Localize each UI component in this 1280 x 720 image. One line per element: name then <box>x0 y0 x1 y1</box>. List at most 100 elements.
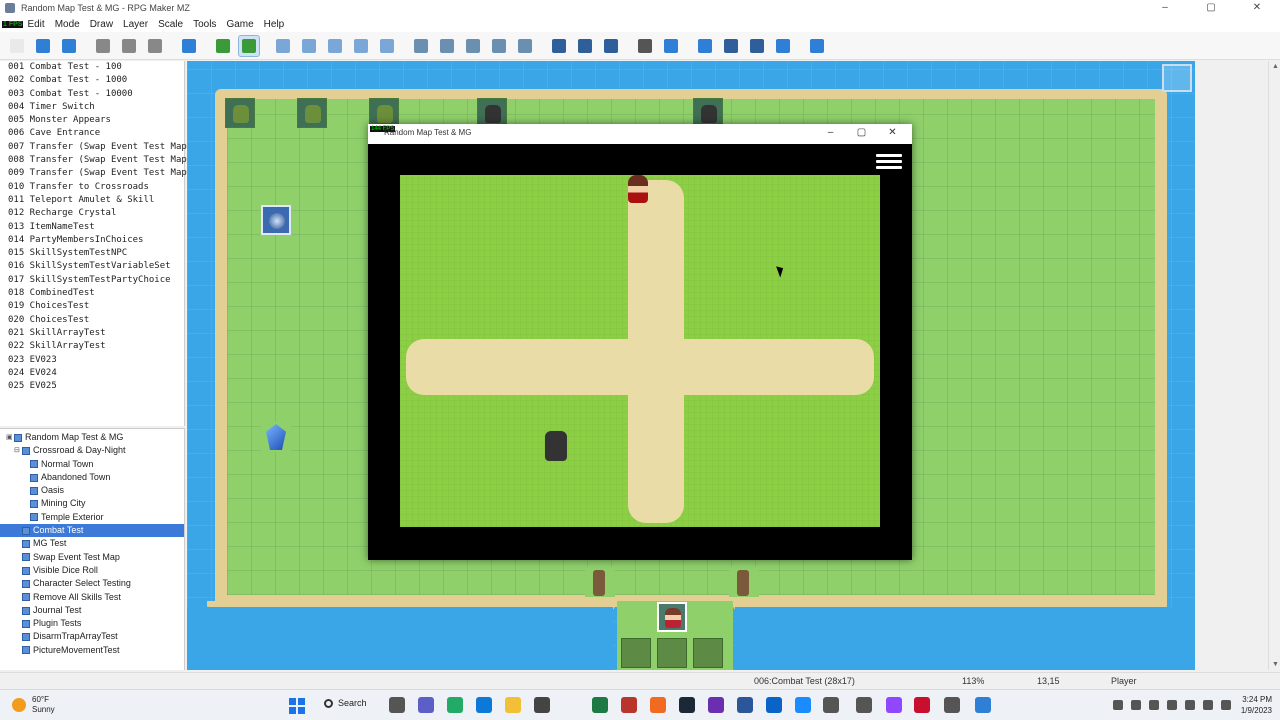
twitch-icon[interactable] <box>886 697 902 713</box>
clock[interactable]: 3:24 PM 1/9/2023 <box>1241 694 1272 716</box>
outlook-icon[interactable] <box>766 697 782 713</box>
notification-icon[interactable] <box>1220 700 1231 710</box>
event-tile-player-start[interactable] <box>657 602 687 632</box>
event-list-item[interactable]: 014 PartyMembersInChoices <box>0 234 184 247</box>
wifi-icon[interactable] <box>1184 700 1195 710</box>
expand-toggle-icon[interactable]: ▣ <box>6 431 14 444</box>
undo-button[interactable] <box>179 36 199 56</box>
playtest-close-button[interactable]: ✕ <box>877 124 908 142</box>
menu-mode[interactable]: Mode <box>55 19 80 30</box>
wordpad-icon[interactable] <box>534 697 550 713</box>
obs-icon[interactable] <box>708 697 724 713</box>
zoom-actual-button[interactable] <box>601 36 621 56</box>
playtest-button[interactable] <box>807 36 827 56</box>
paste-button[interactable] <box>145 36 165 56</box>
menu-game[interactable]: Game <box>226 19 253 30</box>
map-tree-item[interactable]: Oasis <box>0 484 184 497</box>
map-tree-item[interactable]: Combat Test <box>0 524 184 538</box>
event-list-item[interactable]: 008 Transfer (Swap Event Test Map) <box>0 154 192 167</box>
taskbar-search[interactable]: Search <box>324 698 367 708</box>
map-tree-item[interactable]: Temple Exterior <box>0 511 184 524</box>
menu-draw[interactable]: Draw <box>90 19 113 30</box>
copy-button[interactable] <box>119 36 139 56</box>
volume-icon[interactable] <box>1202 700 1213 710</box>
event-list-item[interactable]: 021 SkillArrayTest <box>0 327 184 340</box>
chrome-icon[interactable] <box>795 697 811 713</box>
pencil-button[interactable] <box>411 36 431 56</box>
onedrive-icon[interactable] <box>1130 700 1141 710</box>
new-project-button[interactable] <box>7 36 27 56</box>
map-tree-item[interactable]: MG Test <box>0 537 184 550</box>
event-list-item[interactable]: 025 EV025 <box>0 380 184 393</box>
firefox-icon[interactable] <box>650 697 666 713</box>
edge-icon[interactable] <box>476 697 492 713</box>
event-list-item[interactable]: 004 Timer Switch <box>0 101 184 114</box>
windows-start-icon[interactable] <box>289 698 305 714</box>
layer-c-button[interactable] <box>325 36 345 56</box>
steam-icon[interactable] <box>679 697 695 713</box>
layer-r-button[interactable] <box>377 36 397 56</box>
event-mode-button[interactable] <box>238 35 260 57</box>
map-tree-item[interactable]: Journal Test <box>0 604 184 617</box>
layer-d-button[interactable] <box>351 36 371 56</box>
map-tree-item[interactable]: ▣ Random Map Test & MG <box>0 431 184 444</box>
battery-icon[interactable] <box>1148 700 1159 710</box>
map-vertical-scrollbar[interactable]: ▲ ▼ <box>1268 61 1280 670</box>
map-mode-button[interactable] <box>213 36 233 56</box>
mic-icon[interactable] <box>1166 700 1177 710</box>
menu-edit[interactable]: Edit <box>27 19 44 30</box>
explorer-icon[interactable] <box>823 697 839 713</box>
layer-a-button[interactable] <box>273 36 293 56</box>
game-menu-icon[interactable] <box>876 154 902 174</box>
database-button[interactable] <box>635 36 655 56</box>
close-button[interactable]: ✕ <box>1234 0 1280 16</box>
map-tree-item[interactable]: Normal Town <box>0 458 184 471</box>
event-searcher-button[interactable] <box>721 36 741 56</box>
maximize-button[interactable]: ▢ <box>1188 0 1234 16</box>
map-tree-item[interactable]: Abandoned Town <box>0 471 184 484</box>
shadow-pen-button[interactable] <box>515 36 535 56</box>
chevron-up-icon[interactable] <box>1112 700 1123 710</box>
game-icon[interactable] <box>621 697 637 713</box>
resource-manager-button[interactable] <box>747 36 767 56</box>
event-tile-transfer-1[interactable] <box>621 638 651 668</box>
menu-tools[interactable]: Tools <box>193 19 216 30</box>
event-list-item[interactable]: 003 Combat Test - 10000 <box>0 88 184 101</box>
event-list-item[interactable]: 024 EV024 <box>0 367 184 380</box>
chat-icon[interactable] <box>418 697 434 713</box>
game-field[interactable] <box>400 175 880 527</box>
event-list-item[interactable]: 022 SkillArrayTest <box>0 340 184 353</box>
ellipse-button[interactable] <box>463 36 483 56</box>
event-list-item[interactable]: 016 SkillSystemTestVariableSet <box>0 260 184 273</box>
event-tile-stump-left[interactable] <box>585 567 615 597</box>
event-list-item[interactable]: 006 Cave Entrance <box>0 127 184 140</box>
map-tree-item[interactable]: Swap Event Test Map <box>0 551 184 564</box>
map-tree-item[interactable]: Plugin Tests <box>0 617 184 630</box>
event-list-item[interactable]: 011 Teleport Amulet & Skill <box>0 194 184 207</box>
task-view-icon[interactable] <box>389 697 405 713</box>
plugin-manager-button[interactable] <box>661 36 681 56</box>
event-tile-transfer-3[interactable] <box>693 638 723 668</box>
menu-layer[interactable]: Layer <box>123 19 148 30</box>
event-list-item[interactable]: 019 ChoicesTest <box>0 300 184 313</box>
zoom-in-button[interactable] <box>549 36 569 56</box>
playtest-minimize-button[interactable]: – <box>815 124 846 142</box>
event-list-item[interactable]: 002 Combat Test - 1000 <box>0 74 184 87</box>
event-list-item[interactable]: 001 Combat Test - 100 <box>0 61 184 74</box>
sound-test-button[interactable] <box>695 36 715 56</box>
rpgmaker-icon[interactable] <box>944 697 960 713</box>
rectangle-button[interactable] <box>437 36 457 56</box>
menu-scale[interactable]: Scale <box>158 19 183 30</box>
event-list-item[interactable]: 015 SkillSystemTestNPC <box>0 247 184 260</box>
event-list-item[interactable]: 005 Monster Appears <box>0 114 184 127</box>
event-tile-combat-100[interactable] <box>225 98 255 128</box>
map-tree-item[interactable]: Character Select Testing <box>0 577 184 590</box>
character-generator-button[interactable] <box>773 36 793 56</box>
event-list-item[interactable]: 023 EV023 <box>0 354 184 367</box>
event-tile-combat-1000[interactable] <box>297 98 327 128</box>
event-list-item[interactable]: 010 Transfer to Crossroads <box>0 181 184 194</box>
event-tile-teleport-portal[interactable] <box>261 205 291 235</box>
camera-icon[interactable] <box>856 697 872 713</box>
map-tree-item[interactable]: PictureMovementTest <box>0 644 184 657</box>
expand-toggle-icon[interactable]: ⊟ <box>14 444 22 457</box>
